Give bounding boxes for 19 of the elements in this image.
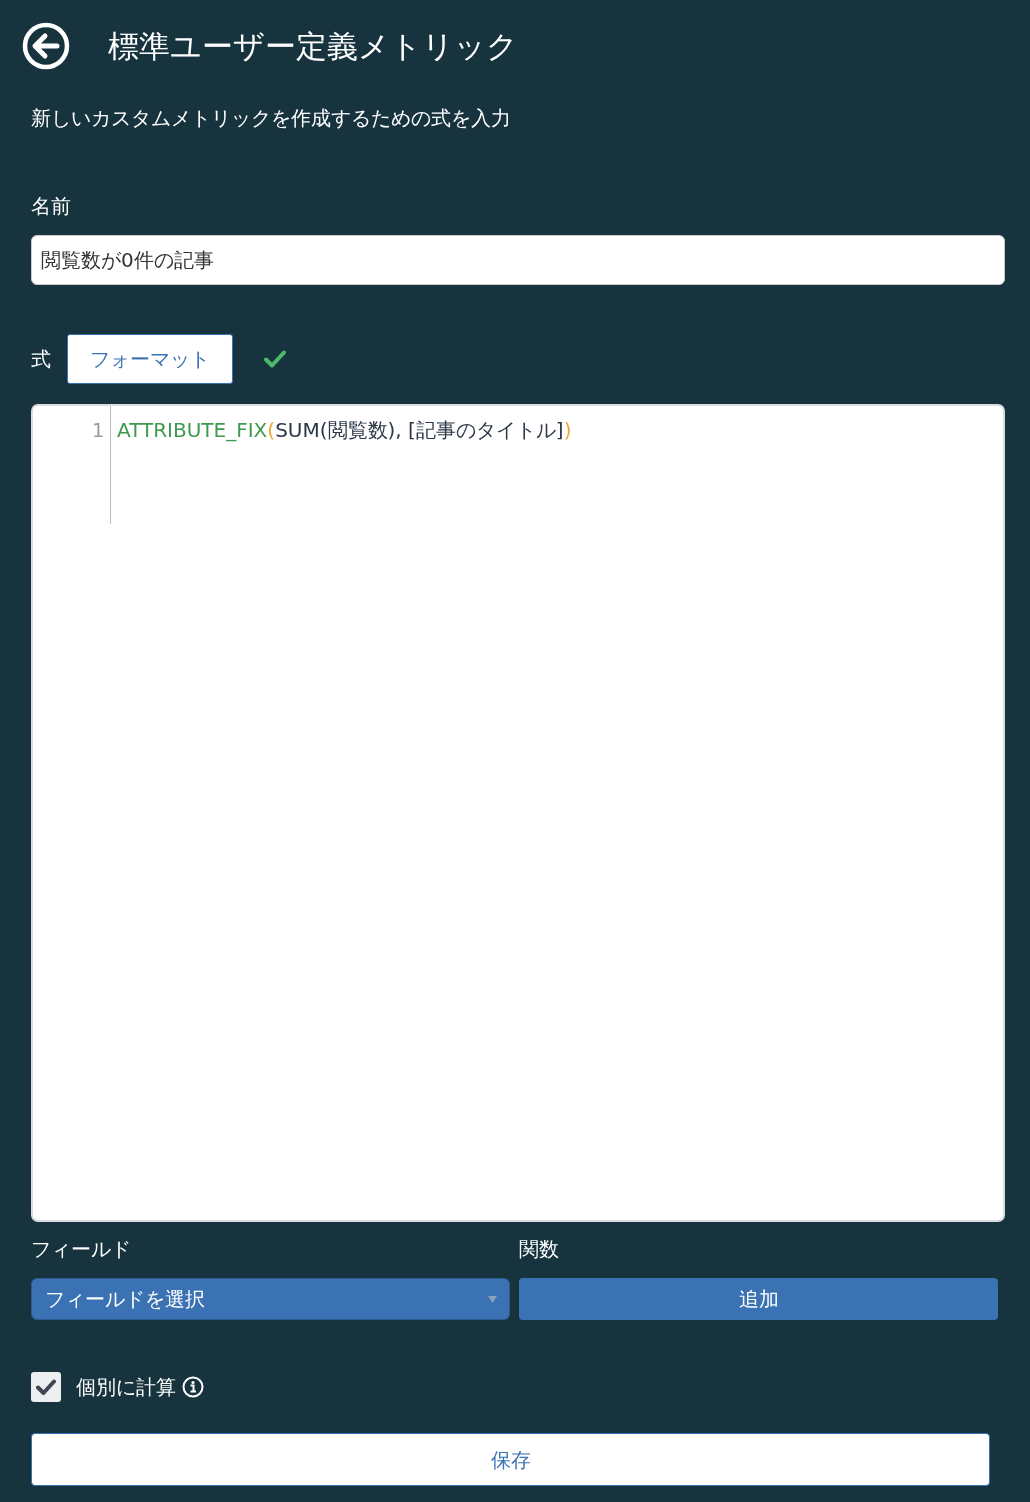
checkbox-label: 個別に計算 [76, 1374, 176, 1401]
field-select[interactable]: フィールドを選択 [31, 1278, 510, 1320]
field-label: 名前 [31, 193, 71, 220]
save-button[interactable]: 保存 [31, 1433, 990, 1486]
info-icon[interactable] [182, 1376, 204, 1398]
check-icon [36, 1379, 56, 1395]
field-label: 式 [31, 346, 51, 373]
page-title: 標準ユーザー定義メトリック [108, 27, 518, 66]
line-number: 1 [91, 418, 104, 443]
field-label: フィールド [31, 1236, 131, 1263]
field-label: 関数 [519, 1236, 559, 1263]
add-button[interactable]: 追加 [519, 1278, 998, 1320]
checkbox[interactable] [31, 1372, 61, 1402]
code-line: ATTRIBUTE_FIX(SUM(閲覧数), [記事のタイトル]) [117, 417, 572, 443]
page-subtitle: 新しいカスタムメトリックを作成するための式を入力 [31, 105, 511, 132]
name-input[interactable]: 閲覧数が0件の記事 [31, 235, 1005, 285]
format-button[interactable]: フォーマット [67, 334, 233, 384]
code-editor[interactable]: 1 ATTRIBUTE_FIX(SUM(閲覧数), [記事のタイトル]) [31, 404, 1005, 1222]
caret-icon [488, 1295, 497, 1303]
